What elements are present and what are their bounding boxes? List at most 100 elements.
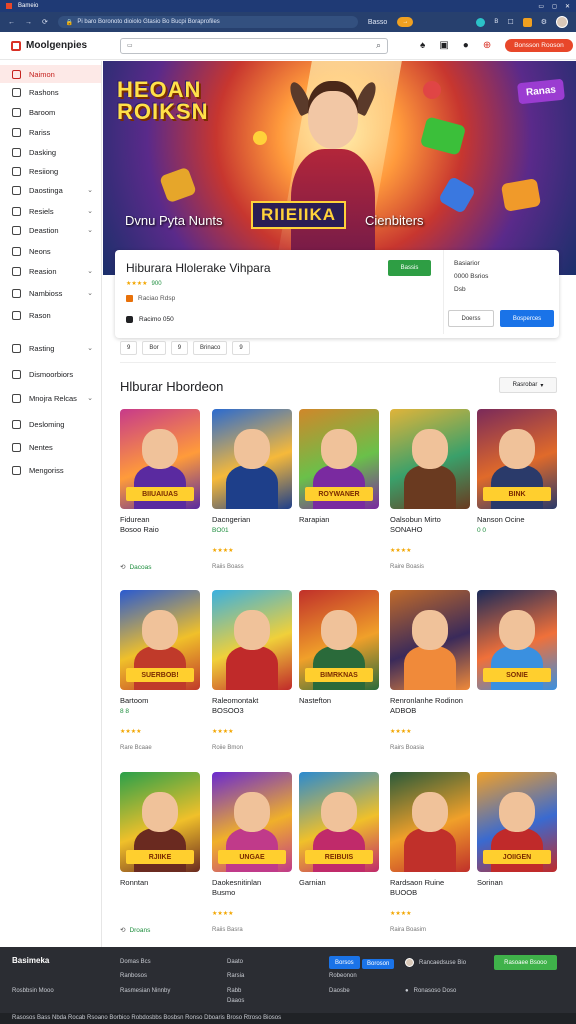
sidebar-item[interactable]: Desloming xyxy=(0,415,101,433)
signin-button[interactable]: Bonsson Rooson xyxy=(505,39,573,52)
sidebar-item[interactable]: Naimon xyxy=(0,65,101,83)
game-card[interactable]: Renronlanhe Rodinon ADBOB ★★★★ Rairs Boasi… xyxy=(390,590,472,755)
footer-link[interactable]: Rasmesian Ninnby xyxy=(120,988,170,994)
game-card[interactable]: BINK Nanson Ocine 0 0 xyxy=(477,409,559,574)
primary-button[interactable]: Bosperces xyxy=(500,310,554,327)
sidebar-item[interactable]: Rashons xyxy=(0,83,101,101)
footer-link[interactable]: Daato xyxy=(227,959,243,965)
sidebar-item[interactable]: Reasion ⌄ xyxy=(0,262,101,280)
extension-icon[interactable]: → xyxy=(397,17,414,27)
footer-link[interactable]: Daaos xyxy=(227,998,244,1004)
install-button[interactable]: Bassis xyxy=(388,260,431,276)
filter-tag[interactable]: 9 xyxy=(120,341,138,355)
sidebar-item[interactable]: Mengoriss xyxy=(0,461,101,479)
game-thumbnail[interactable]: UNGAE xyxy=(212,772,292,872)
game-card[interactable]: Dacngerian BO01 ★★★★ Raiis Boass xyxy=(212,409,294,574)
game-developer[interactable]: Racimo 050 xyxy=(126,316,174,323)
close-icon[interactable]: ✕ xyxy=(565,3,570,10)
minimize-icon[interactable]: ▭ xyxy=(538,3,544,10)
footer-user[interactable]: Rancaedsuse Bio xyxy=(405,958,466,967)
browser-avatar[interactable] xyxy=(556,16,568,28)
footer-link[interactable]: Robeonon xyxy=(329,973,357,979)
game-thumbnail[interactable]: ROYWANER xyxy=(299,409,379,509)
filter-tag[interactable]: Bor xyxy=(142,341,166,355)
game-card[interactable]: JOIIGEN Sorinan xyxy=(477,772,559,937)
sidebar-item[interactable]: Deastion ⌄ xyxy=(0,221,101,239)
game-card[interactable]: RJIIKE Ronntan ⟲ Droans xyxy=(120,772,202,937)
game-thumbnail[interactable]: BIMRKNAS xyxy=(299,590,379,690)
cancel-button[interactable]: Doerss xyxy=(448,310,494,327)
game-feature-link[interactable]: ⟲ Droans xyxy=(120,926,150,935)
footer-cta-button[interactable]: Rasoaee Bsooo xyxy=(494,955,557,970)
game-card[interactable]: SUERBOB! Bartoom 8 8 ★★★★ Rare Bcaae xyxy=(120,590,202,755)
game-thumbnail[interactable] xyxy=(390,590,470,690)
footer-button-a[interactable]: Borsos xyxy=(329,956,360,969)
sidebar-item[interactable]: Daostinga ⌄ xyxy=(0,181,101,199)
game-thumbnail[interactable]: RJIIKE xyxy=(120,772,200,872)
footer-link[interactable]: Daosbe xyxy=(329,988,350,994)
game-card[interactable]: REIBUIS Garnian xyxy=(299,772,381,937)
game-thumbnail[interactable]: SONIE xyxy=(477,590,557,690)
sidebar-item[interactable]: Dasking xyxy=(0,143,101,161)
game-card[interactable]: BIMRKNAS Nastefton xyxy=(299,590,381,755)
footer-link[interactable]: Rabb xyxy=(227,988,241,994)
game-thumbnail[interactable] xyxy=(212,409,292,509)
browser-tab-title[interactable]: Bameio xyxy=(18,3,38,9)
footer-user-sub[interactable]: ● Ronasoso Doso xyxy=(405,988,456,994)
game-thumbnail[interactable]: BIIUAIUAS xyxy=(120,409,200,509)
game-card[interactable]: UNGAE Daokesnitinlan Busmo ★★★★ Raiis Basra xyxy=(212,772,294,937)
footer-button-b[interactable]: Boroson xyxy=(362,959,395,969)
sidebar-item[interactable]: Resiiong xyxy=(0,162,101,180)
filter-tag[interactable]: Brinaco xyxy=(193,341,228,355)
search-submit-icon[interactable]: ⌕ xyxy=(376,40,381,51)
sidebar-item[interactable]: Rasting ⌄ xyxy=(0,339,101,357)
sidebar-item[interactable]: Mnojra Relcas ⌄ xyxy=(0,389,101,407)
settings-icon[interactable]: ⚙ xyxy=(541,18,547,26)
app-logo[interactable]: Moolgenpies xyxy=(0,40,120,51)
red-account-icon[interactable]: ⊕ xyxy=(483,40,491,51)
person-icon[interactable]: ● xyxy=(463,40,469,51)
filter-tag[interactable]: 9 xyxy=(170,341,189,355)
notification-icon[interactable]: ♠ xyxy=(420,40,425,51)
search-input[interactable]: ▭ ⌕ xyxy=(120,37,388,54)
sort-dropdown[interactable]: Rasrobar ▾ xyxy=(499,377,557,393)
grid-icon[interactable]: ▣ xyxy=(439,40,448,51)
game-card[interactable]: Rardsaon Ruine BUOOB ★★★★ Raira Boasim xyxy=(390,772,472,937)
bookmark-icon[interactable]: ☐ xyxy=(507,18,513,26)
game-thumbnail[interactable]: JOIIGEN xyxy=(477,772,557,872)
sidebar-item[interactable]: Nambioss ⌄ xyxy=(0,284,101,302)
game-card[interactable]: Oalsobun Mirto SONAHO ★★★★ Raire Boasis xyxy=(390,409,472,574)
game-thumbnail[interactable]: REIBUIS xyxy=(299,772,379,872)
sidebar-item[interactable]: Rason xyxy=(0,306,101,324)
extension-orange-icon[interactable] xyxy=(522,17,532,27)
address-bar[interactable]: 🔒 Pi baro Boronoto dioiolo Gtasio Bo Buc… xyxy=(57,16,358,28)
forward-icon[interactable]: → xyxy=(25,19,32,26)
game-thumbnail[interactable]: SUERBOB! xyxy=(120,590,200,690)
footer-link[interactable]: Rarsia xyxy=(227,973,244,979)
footer-link[interactable]: Domas Bcs xyxy=(120,959,151,965)
game-card[interactable]: Raleomontakt BOSOO3 ★★★★ Roiie Bmon xyxy=(212,590,294,755)
hero-banner[interactable]: HEOAN ROIKSN Ranas RIIEIIKA Dvnu Pyta Nu… xyxy=(103,61,576,275)
sidebar-item[interactable]: Neons xyxy=(0,242,101,260)
footer-link[interactable]: Ranbosos xyxy=(120,973,147,979)
sidebar-item[interactable]: Rariss xyxy=(0,123,101,141)
sidebar-item[interactable]: Nentes xyxy=(0,438,101,456)
sidebar-item[interactable]: Baroom xyxy=(0,103,101,121)
game-thumbnail[interactable] xyxy=(212,590,292,690)
sidebar-item[interactable]: Dismoorbiors xyxy=(0,365,101,383)
extension-teal-icon[interactable] xyxy=(476,17,486,27)
game-thumbnail[interactable] xyxy=(390,409,470,509)
game-card[interactable]: SONIE xyxy=(477,590,559,755)
reload-icon[interactable]: ⟳ xyxy=(42,18,48,26)
game-feature-link[interactable]: ⟲ Dacoas xyxy=(120,563,152,572)
game-card[interactable]: BIIUAIUAS Fidurean Bosoo Raio ⟲ Dacoas xyxy=(120,409,202,574)
sidebar-item[interactable]: Resiels ⌄ xyxy=(0,202,101,220)
filter-tag[interactable]: 9 xyxy=(232,341,250,355)
maximize-icon[interactable]: ◻ xyxy=(552,3,557,10)
footer-link[interactable]: Rosbbsin Mooo xyxy=(12,988,54,994)
game-thumbnail[interactable] xyxy=(390,772,470,872)
extension-label[interactable]: Basso xyxy=(368,19,387,26)
profile-chip-icon[interactable]: B xyxy=(494,19,498,25)
back-icon[interactable]: ← xyxy=(8,19,15,26)
game-thumbnail[interactable]: BINK xyxy=(477,409,557,509)
